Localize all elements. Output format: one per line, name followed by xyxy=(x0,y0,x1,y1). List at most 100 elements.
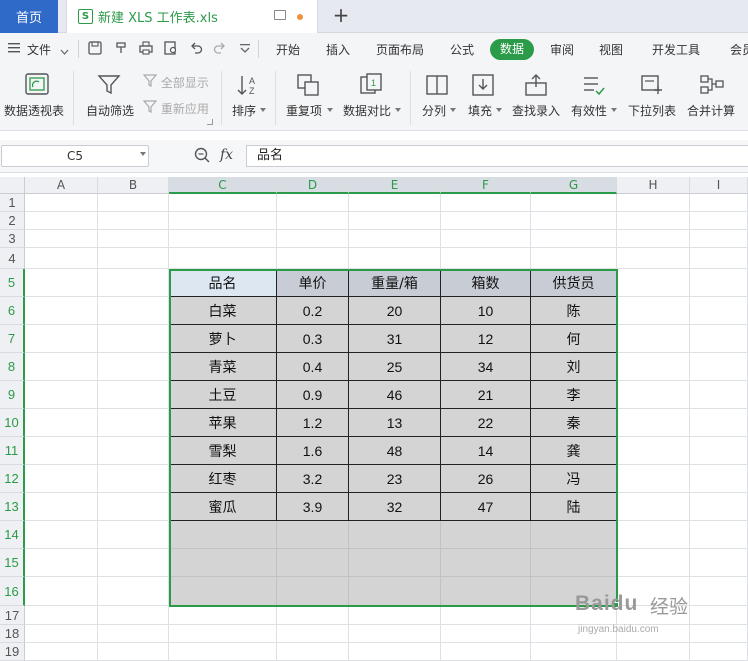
chevron-down-icon[interactable] xyxy=(140,152,146,156)
cell[interactable] xyxy=(531,230,617,248)
menu-developer[interactable]: 开发工具 xyxy=(652,41,700,59)
cell[interactable] xyxy=(617,381,690,409)
cell[interactable] xyxy=(98,297,169,325)
row-header-2[interactable]: 2 xyxy=(0,212,25,230)
cell[interactable] xyxy=(617,248,690,269)
cell[interactable] xyxy=(25,409,98,437)
row-header-9[interactable]: 9 xyxy=(0,381,25,409)
cell[interactable] xyxy=(349,643,441,661)
table-cell[interactable]: 冯 xyxy=(531,465,617,493)
cell[interactable] xyxy=(441,643,531,661)
cell[interactable] xyxy=(25,606,98,625)
column-header-h[interactable]: H xyxy=(617,177,690,194)
cell[interactable] xyxy=(277,625,349,643)
cell[interactable] xyxy=(349,194,441,212)
table-cell[interactable]: 12 xyxy=(441,325,531,353)
row-header-13[interactable]: 13 xyxy=(0,493,25,521)
cell[interactable] xyxy=(690,297,748,325)
column-header-b[interactable]: B xyxy=(98,177,169,194)
cell[interactable] xyxy=(690,521,748,549)
empty-cell[interactable] xyxy=(277,577,349,606)
pivot-table-button[interactable]: 数据透视表 xyxy=(4,70,70,126)
empty-cell[interactable] xyxy=(441,577,531,606)
column-header-a[interactable]: A xyxy=(25,177,98,194)
row-header-4[interactable]: 4 xyxy=(0,248,25,269)
menu-data-active[interactable]: 数据 xyxy=(490,39,534,60)
table-header-cell[interactable]: 箱数 xyxy=(441,269,531,297)
table-cell[interactable]: 1.2 xyxy=(277,409,349,437)
home-tab[interactable]: 首页 xyxy=(0,0,58,33)
table-cell[interactable]: 20 xyxy=(349,297,441,325)
cell[interactable] xyxy=(690,230,748,248)
cell[interactable] xyxy=(277,194,349,212)
cell[interactable] xyxy=(25,521,98,549)
table-cell[interactable]: 14 xyxy=(441,437,531,465)
column-header-d[interactable]: D xyxy=(277,177,349,194)
table-cell[interactable]: 0.2 xyxy=(277,297,349,325)
column-header-f[interactable]: F xyxy=(441,177,531,194)
cell[interactable] xyxy=(617,212,690,230)
cell[interactable] xyxy=(98,493,169,521)
formula-input[interactable]: 品名 xyxy=(246,145,748,167)
table-cell[interactable]: 土豆 xyxy=(169,381,277,409)
table-cell[interactable]: 红枣 xyxy=(169,465,277,493)
show-all-button[interactable]: 全部显示 xyxy=(142,74,209,91)
menu-insert[interactable]: 插入 xyxy=(326,41,350,59)
cell[interactable] xyxy=(690,493,748,521)
cell[interactable] xyxy=(690,549,748,577)
reapply-button[interactable]: 重新应用 xyxy=(142,100,209,117)
empty-cell[interactable] xyxy=(349,577,441,606)
cell[interactable] xyxy=(690,625,748,643)
table-cell[interactable]: 25 xyxy=(349,353,441,381)
cell[interactable] xyxy=(25,437,98,465)
cell[interactable] xyxy=(25,212,98,230)
cell[interactable] xyxy=(617,643,690,661)
cell[interactable] xyxy=(690,437,748,465)
row-header-6[interactable]: 6 xyxy=(0,297,25,325)
table-cell[interactable]: 0.9 xyxy=(277,381,349,409)
table-cell[interactable]: 10 xyxy=(441,297,531,325)
column-header-g[interactable]: G xyxy=(531,177,617,194)
cell[interactable] xyxy=(98,230,169,248)
cell[interactable] xyxy=(25,325,98,353)
table-cell[interactable]: 23 xyxy=(349,465,441,493)
table-cell[interactable]: 0.3 xyxy=(277,325,349,353)
table-cell[interactable]: 刘 xyxy=(531,353,617,381)
row-header-19[interactable]: 19 xyxy=(0,643,25,661)
menu-view[interactable]: 视图 xyxy=(599,41,623,59)
sort-button[interactable]: AZ 排序 xyxy=(229,70,269,126)
table-header-cell[interactable]: 品名 xyxy=(169,269,277,297)
cell[interactable] xyxy=(690,325,748,353)
cell[interactable] xyxy=(690,194,748,212)
row-header-10[interactable]: 10 xyxy=(0,409,25,437)
column-header-c[interactable]: C xyxy=(169,177,277,194)
cell[interactable] xyxy=(617,194,690,212)
column-header-i[interactable]: I xyxy=(690,177,748,194)
table-cell[interactable]: 龚 xyxy=(531,437,617,465)
cell[interactable] xyxy=(98,577,169,606)
cell[interactable] xyxy=(690,248,748,269)
cell[interactable] xyxy=(277,643,349,661)
cell[interactable] xyxy=(531,194,617,212)
cell[interactable] xyxy=(531,248,617,269)
format-painter-icon[interactable] xyxy=(114,41,128,55)
cell[interactable] xyxy=(349,625,441,643)
table-cell[interactable]: 21 xyxy=(441,381,531,409)
cell[interactable] xyxy=(98,521,169,549)
cell[interactable] xyxy=(25,194,98,212)
print-icon[interactable] xyxy=(139,41,153,55)
cell[interactable] xyxy=(25,353,98,381)
autofilter-button[interactable]: 自动筛选 xyxy=(84,70,136,126)
cell[interactable] xyxy=(25,625,98,643)
cell[interactable] xyxy=(169,230,277,248)
table-cell[interactable]: 陈 xyxy=(531,297,617,325)
empty-cell[interactable] xyxy=(277,521,349,549)
cell[interactable] xyxy=(690,643,748,661)
cell[interactable] xyxy=(690,465,748,493)
menu-start[interactable]: 开始 xyxy=(276,41,300,59)
cell[interactable] xyxy=(531,212,617,230)
cell[interactable] xyxy=(617,325,690,353)
split-column-button[interactable]: 分列 xyxy=(419,70,457,126)
cell[interactable] xyxy=(169,194,277,212)
cell[interactable] xyxy=(441,248,531,269)
